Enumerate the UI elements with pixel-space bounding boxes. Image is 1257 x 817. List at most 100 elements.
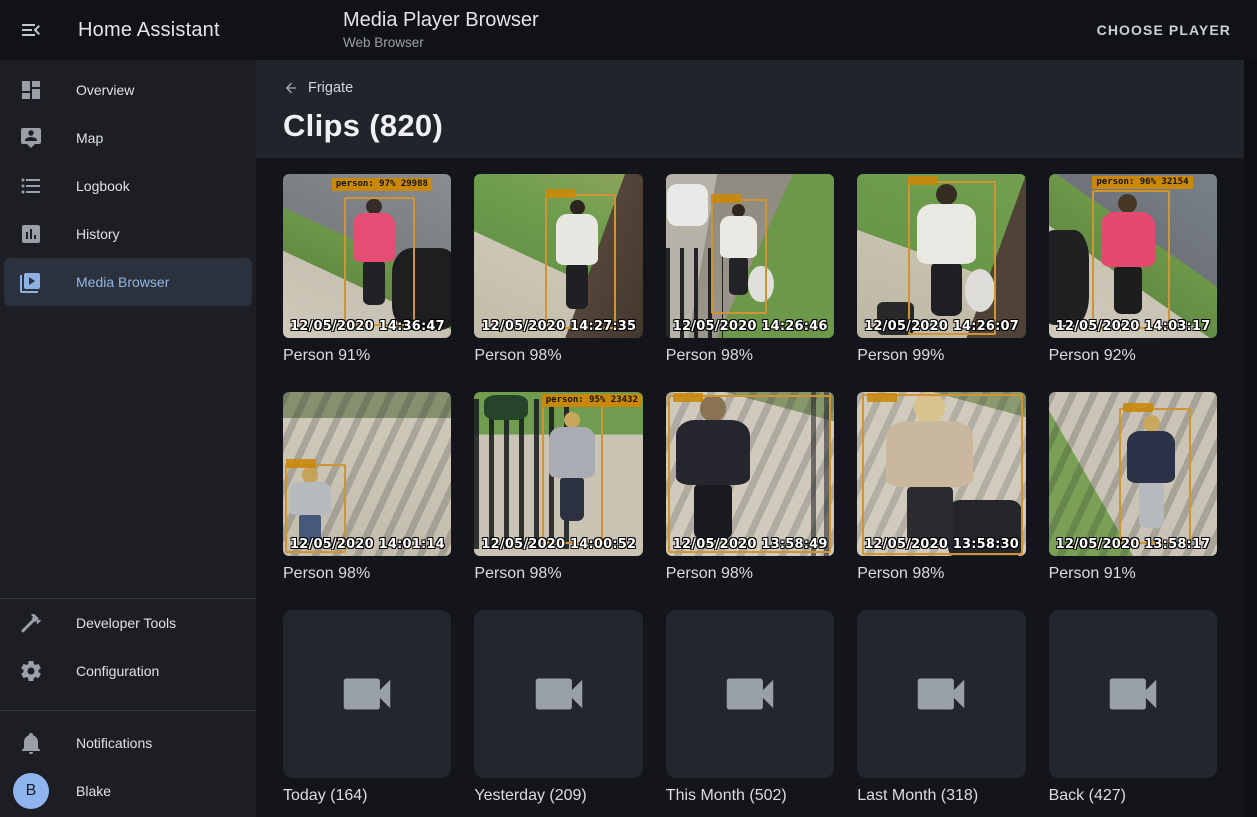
timestamp-overlay: 12/05/2020 14:26:46 <box>673 319 828 334</box>
clip-caption: Person 91% <box>283 346 451 366</box>
sidebar-item-user-profile[interactable]: B Blake <box>4 767 252 815</box>
detection-bounding-box <box>1119 408 1190 543</box>
clip-card[interactable]: 12/05/2020 14:26:07 Person 99% <box>857 174 1025 366</box>
page-header-title: Media Player Browser Web Browser <box>343 9 539 50</box>
sidebar-item-label: Logbook <box>76 178 130 194</box>
choose-player-button[interactable]: CHOOSE PLAYER <box>1091 0 1237 60</box>
content-header: Frigate Clips (820) <box>256 60 1244 158</box>
sidebar: Overview Map Logbook History Media Brows… <box>0 60 256 817</box>
detection-bounding-box <box>542 405 603 543</box>
play-box-multiple-icon <box>19 270 43 294</box>
clip-card[interactable]: 12/05/2020 14:01:14 Person 98% <box>283 392 451 584</box>
detection-bounding-box <box>862 394 1023 555</box>
hammer-icon <box>19 611 43 635</box>
sidebar-item-configuration[interactable]: Configuration <box>4 647 252 695</box>
app-title: Home Assistant <box>78 19 220 42</box>
media-browser-content: Frigate Clips (820) person: 97% 29988 12… <box>256 60 1257 817</box>
tooltip-account-icon <box>19 126 43 150</box>
sidebar-item-media-browser[interactable]: Media Browser <box>4 258 252 306</box>
sidebar-item-logbook[interactable]: Logbook <box>4 162 252 210</box>
timestamp-overlay: 12/05/2020 14:36:47 <box>290 319 445 334</box>
timestamp-overlay: 12/05/2020 13:58:17 <box>1056 537 1211 552</box>
folder-card-last-month[interactable]: Last Month (318) <box>857 610 1025 806</box>
clip-caption: Person 92% <box>1049 346 1217 366</box>
timestamp-overlay: 12/05/2020 14:27:35 <box>481 319 636 334</box>
timestamp-overlay: 12/05/2020 14:00:52 <box>481 537 636 552</box>
clip-card[interactable]: 12/05/2020 13:58:49 Person 98% <box>666 392 834 584</box>
sidebar-item-notifications[interactable]: Notifications <box>4 719 252 767</box>
clip-card[interactable]: 12/05/2020 14:27:35 Person 98% <box>474 174 642 366</box>
folder-card-this-month[interactable]: This Month (502) <box>666 610 834 806</box>
clips-grid: person: 97% 29988 12/05/2020 14:36:47 Pe… <box>283 174 1217 806</box>
clip-caption: Person 91% <box>1049 564 1217 584</box>
folder-thumbnail <box>666 610 834 778</box>
folder-card-back[interactable]: Back (427) <box>1049 610 1217 806</box>
clip-caption: Person 98% <box>283 564 451 584</box>
bell-icon <box>19 731 43 755</box>
folder-caption: Back (427) <box>1049 786 1217 806</box>
detection-bounding-box <box>344 197 415 326</box>
sidebar-item-label: Media Browser <box>76 274 169 290</box>
folder-caption: Last Month (318) <box>857 786 1025 806</box>
sidebar-divider <box>0 710 256 711</box>
sidebar-toggle-button[interactable] <box>18 17 44 43</box>
clip-caption: Person 98% <box>474 346 642 366</box>
folder-caption: Yesterday (209) <box>474 786 642 806</box>
detection-label <box>1123 403 1153 412</box>
clip-thumbnail: 12/05/2020 13:58:17 <box>1049 392 1217 556</box>
detection-label <box>867 393 897 402</box>
folder-thumbnail <box>857 610 1025 778</box>
sidebar-item-overview[interactable]: Overview <box>4 66 252 114</box>
folder-thumbnail <box>283 610 451 778</box>
clip-thumbnail: 12/05/2020 14:01:14 <box>283 392 451 556</box>
clip-card[interactable]: 12/05/2020 13:58:17 Person 91% <box>1049 392 1217 584</box>
sidebar-item-label: History <box>76 226 120 242</box>
video-camera-icon <box>528 663 590 725</box>
clip-thumbnail: person: 96% 32154 12/05/2020 14:03:17 <box>1049 174 1217 338</box>
page-title: Clips (820) <box>283 108 1244 144</box>
view-dashboard-icon <box>19 78 43 102</box>
user-name: Blake <box>76 783 111 799</box>
app-header: Home Assistant Media Player Browser Web … <box>0 0 1257 60</box>
detection-bounding-box <box>545 194 616 329</box>
avatar: B <box>13 773 49 809</box>
clip-card[interactable]: person: 96% 32154 12/05/2020 14:03:17 Pe… <box>1049 174 1217 366</box>
sidebar-item-label: Notifications <box>76 735 152 751</box>
sidebar-item-map[interactable]: Map <box>4 114 252 162</box>
clip-thumbnail: person: 97% 29988 12/05/2020 14:36:47 <box>283 174 451 338</box>
sidebar-item-history[interactable]: History <box>4 210 252 258</box>
timestamp-overlay: 12/05/2020 14:03:17 <box>1056 319 1211 334</box>
folder-card-today[interactable]: Today (164) <box>283 610 451 806</box>
clip-card[interactable]: 12/05/2020 13:58:30 Person 98% <box>857 392 1025 584</box>
clip-thumbnail: 12/05/2020 14:26:46 <box>666 174 834 338</box>
gear-icon <box>19 659 43 683</box>
sidebar-item-label: Map <box>76 130 103 146</box>
detection-label: person: 97% 29988 <box>332 178 432 191</box>
detection-label: person: 95% 23432 <box>542 394 642 407</box>
clip-thumbnail: 12/05/2020 13:58:30 <box>857 392 1025 556</box>
sidebar-item-label: Developer Tools <box>76 615 176 631</box>
clip-thumbnail: 12/05/2020 14:27:35 <box>474 174 642 338</box>
video-camera-icon <box>910 663 972 725</box>
folder-card-yesterday[interactable]: Yesterday (209) <box>474 610 642 806</box>
scrollbar[interactable] <box>1244 60 1257 817</box>
sidebar-item-label: Configuration <box>76 663 159 679</box>
clip-card[interactable]: person: 95% 23432 12/05/2020 14:00:52 Pe… <box>474 392 642 584</box>
clip-caption: Person 98% <box>666 346 834 366</box>
video-camera-icon <box>336 663 398 725</box>
clip-card[interactable]: person: 97% 29988 12/05/2020 14:36:47 Pe… <box>283 174 451 366</box>
arrow-left-icon <box>283 80 299 96</box>
clip-card[interactable]: 12/05/2020 14:26:46 Person 98% <box>666 174 834 366</box>
detection-bounding-box <box>668 395 830 553</box>
breadcrumb-back[interactable]: Frigate <box>283 80 353 96</box>
menu-open-icon <box>18 18 44 42</box>
detection-bounding-box <box>1092 190 1170 328</box>
detection-label: person: 96% 32154 <box>1092 176 1192 189</box>
clip-caption: Person 98% <box>857 564 1025 584</box>
format-list-bulleted-icon <box>19 174 43 198</box>
clip-caption: Person 99% <box>857 346 1025 366</box>
sidebar-item-developer-tools[interactable]: Developer Tools <box>4 599 252 647</box>
sidebar-item-label: Overview <box>76 82 134 98</box>
media-player-browser-subtitle: Web Browser <box>343 35 539 50</box>
breadcrumb-label: Frigate <box>308 80 353 96</box>
